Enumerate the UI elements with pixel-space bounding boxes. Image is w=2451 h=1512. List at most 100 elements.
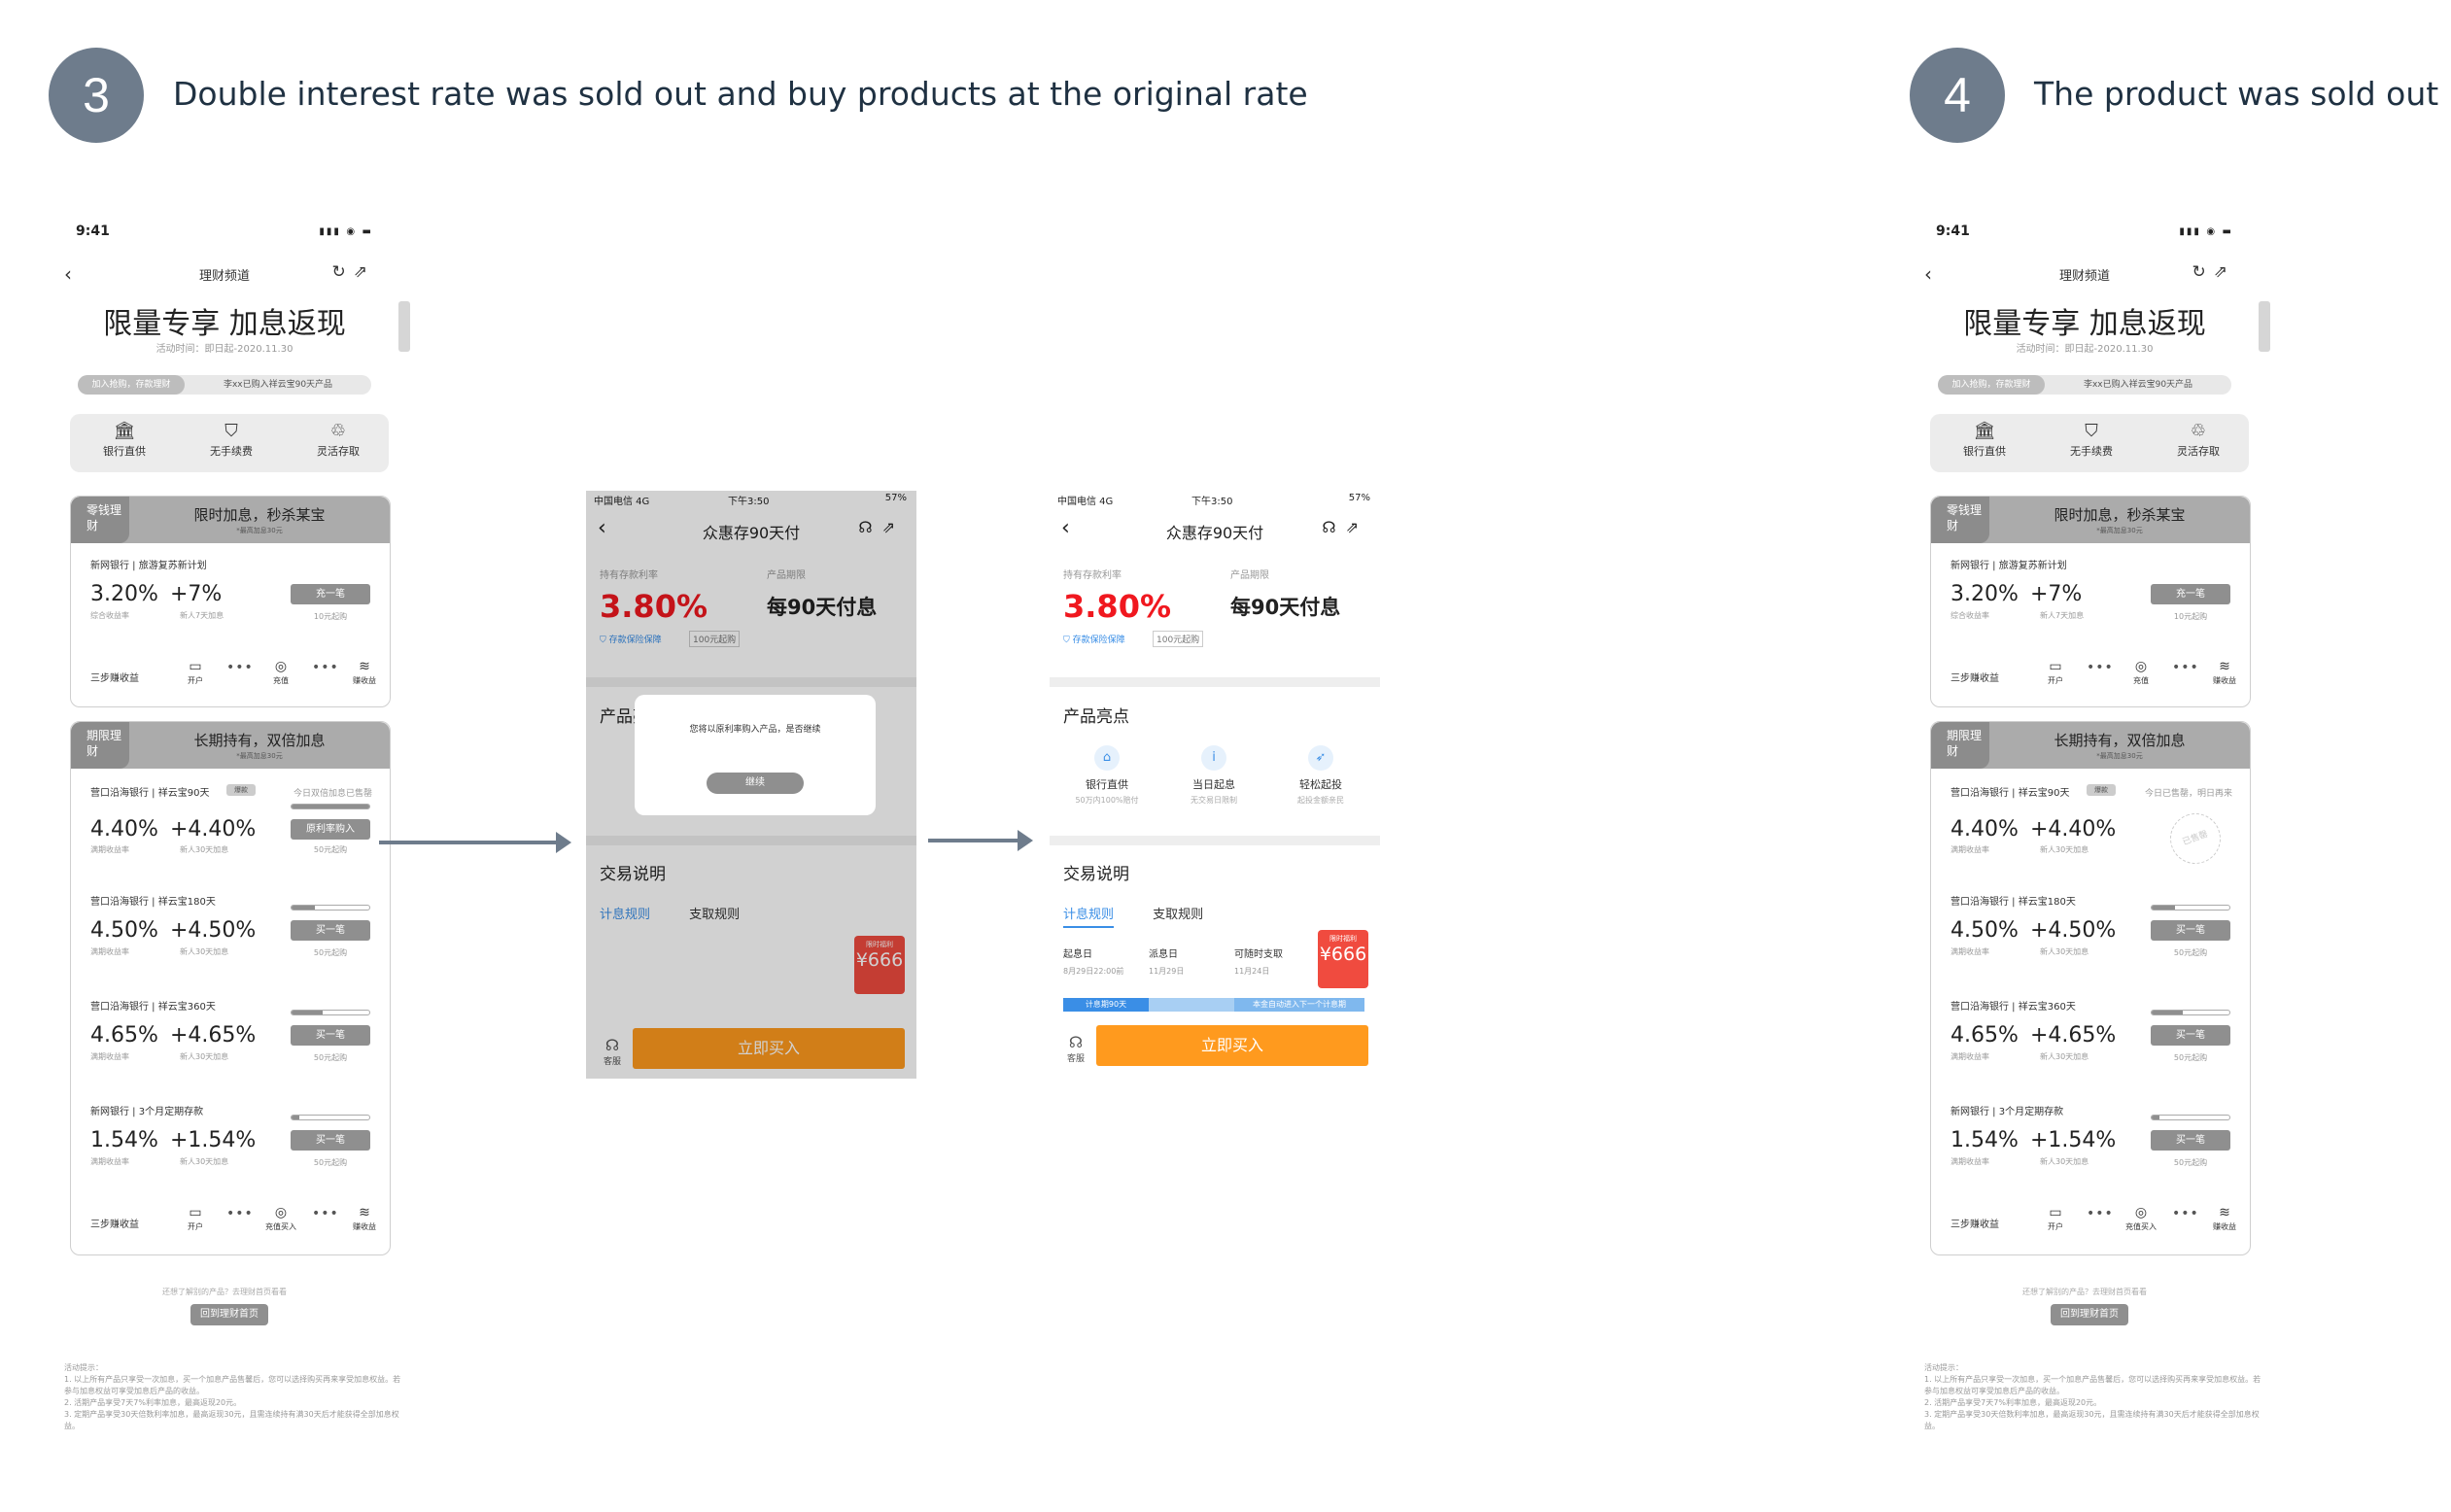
footer-question: 还想了解别的产品？去理财首页看看 — [162, 1288, 287, 1296]
buy-button[interactable]: 充一笔 — [291, 584, 370, 604]
dots-icon: ••• — [2087, 1206, 2114, 1221]
product-rate: 4.40% — [1950, 817, 2019, 842]
buy-button[interactable]: 买一笔 — [291, 920, 370, 941]
card-term: 期限理财 长期持有，双倍加息 *最高加息30元 营口沿海银行 | 祥云宝90天 … — [70, 721, 391, 1255]
product-row[interactable]: 新网银行 | 3个月定期存款 1.54% +1.54% 满期收益率 新人30天加… — [1931, 1103, 2250, 1200]
step-earn[interactable]: ≋ 赚收益 — [345, 1204, 384, 1232]
rate-value: 3.80% — [1063, 588, 1172, 625]
highlight-item: ⌂ 银行直供 50万内100%赔付 — [1063, 745, 1151, 806]
share-icon[interactable]: ⇗ — [1346, 518, 1368, 536]
refresh-icon[interactable]: ↻ — [332, 262, 354, 282]
product-row[interactable]: 营口沿海银行 | 祥云宝180天 4.50% +4.50% 满期收益率 新人30… — [71, 893, 390, 990]
product-bonus: +7% — [2030, 582, 2083, 606]
product-bonus: +7% — [170, 582, 223, 606]
refresh-icon[interactable]: ↻ — [2192, 262, 2214, 282]
feature-bank: 🏛 银行直供 — [1946, 420, 2023, 459]
step-number-badge: 4 — [1910, 48, 2005, 143]
product-row[interactable]: 营口沿海银行 | 祥云宝360天 4.65% +4.65% 满期收益率 新人30… — [71, 998, 390, 1095]
steps-label: 三步赚收益 — [90, 673, 139, 684]
card-title: 限时加息，秒杀某宝 — [193, 506, 326, 524]
step-open-account[interactable]: ▭ 开户 — [2036, 658, 2075, 686]
timeline-label: 派息日 — [1149, 949, 1178, 960]
product-row[interactable]: 新网银行 | 旅游复苏新计划 3.20% +7% 综合收益率 新人7天加息 充一… — [1931, 557, 2250, 654]
buy-button[interactable]: 充一笔 — [2151, 584, 2230, 604]
steps-label: 三步赚收益 — [1950, 1220, 1999, 1230]
coins-icon: ≋ — [359, 1205, 370, 1220]
step-recharge-buy[interactable]: ◎ 充值买入 — [2122, 1204, 2160, 1232]
buy-button[interactable]: 买一笔 — [291, 1025, 370, 1046]
card-icon: ▭ — [189, 1205, 202, 1220]
min-amount: 50元起购 — [313, 1158, 348, 1167]
buy-now-button[interactable]: 立即买入 — [1096, 1025, 1368, 1066]
product-name: 营口沿海银行 | 祥云宝180天 — [1950, 897, 2076, 908]
cycle-icon: ♲ — [2190, 421, 2207, 441]
rate-label: 满期收益率 — [90, 1157, 129, 1166]
flow-arrow — [928, 830, 1033, 851]
step-recharge-buy[interactable]: ◎ 充值买入 — [261, 1204, 300, 1232]
customer-service[interactable]: ☊ 客服 — [1063, 1033, 1088, 1064]
continue-button[interactable]: 继续 — [707, 773, 804, 794]
flow-arrow — [379, 832, 571, 853]
bonus-label: 新人30天加息 — [180, 947, 229, 956]
promo-badge[interactable]: 限时福利 ¥666 — [1318, 930, 1368, 988]
step-label: 充值买入 — [265, 1222, 296, 1231]
card-header: 期限理财 长期持有，双倍加息 *最高加息30元 — [1931, 722, 2250, 769]
detail-screen-modal: 中国电信 4G 下午3:50 57% ‹ 众惠存90天付 ☊⇗ 持有存款利率 3… — [586, 491, 916, 1079]
product-row[interactable]: 营口沿海银行 | 祥云宝180天 4.50% +4.50% 满期收益率 新人30… — [1931, 893, 2250, 990]
buy-button[interactable]: 买一笔 — [2151, 1130, 2230, 1151]
rate-label: 满期收益率 — [1950, 1052, 1989, 1061]
step-earn[interactable]: ≋ 赚收益 — [2205, 1204, 2244, 1232]
share-icon[interactable]: ⇗ — [354, 262, 375, 282]
product-name: 新网银行 | 旅游复苏新计划 — [1950, 561, 2067, 571]
buy-button[interactable]: 买一笔 — [291, 1130, 370, 1151]
step-open-account[interactable]: ▭ 开户 — [2036, 1204, 2075, 1232]
highlight-title: 轻松起投 — [1299, 778, 1342, 791]
tab-withdraw-rules[interactable]: 支取规则 — [1153, 908, 1203, 922]
sold-out-note: 今日已售罄，明日再来 — [2144, 789, 2232, 799]
product-row[interactable]: 营口沿海银行 | 祥云宝360天 4.65% +4.65% 满期收益率 新人30… — [1931, 998, 2250, 1095]
step-open-account[interactable]: ▭ 开户 — [176, 1204, 215, 1232]
buy-button[interactable]: 买一笔 — [2151, 1025, 2230, 1046]
bank-icon: ⌂ — [1094, 745, 1120, 771]
share-icon[interactable]: ⇗ — [2214, 262, 2235, 282]
buy-button[interactable]: 买一笔 — [2151, 920, 2230, 941]
service-icon[interactable]: ☊ — [1322, 518, 1345, 536]
step-earn[interactable]: ≋ 赚收益 — [345, 658, 384, 686]
buy-original-rate-button[interactable]: 原利率购入 — [291, 819, 370, 840]
progress-fill — [292, 1011, 323, 1014]
floating-side-tab[interactable] — [398, 301, 410, 352]
buy-bar: ☊ 客服 立即买入 — [1050, 1025, 1380, 1068]
floating-side-tab[interactable] — [2259, 301, 2270, 352]
rate-label: 满期收益率 — [90, 845, 129, 854]
progress-bar — [2151, 905, 2230, 911]
nav-actions: ↻⇗ — [2192, 262, 2236, 282]
bonus-label: 新人30天加息 — [2040, 845, 2089, 854]
step-recharge[interactable]: ◎ 充值 — [261, 658, 300, 686]
product-row[interactable]: 营口沿海银行 | 祥云宝90天 爆款 今日双倍加息已售罄 4.40% +4.40… — [71, 784, 390, 881]
tab-interest-rules[interactable]: 计息规则 — [1063, 908, 1115, 928]
step-earn[interactable]: ≋ 赚收益 — [2205, 658, 2244, 686]
highlight-sub: 无交易日限制 — [1191, 796, 1237, 805]
product-bonus: +1.54% — [2030, 1128, 2117, 1152]
card-icon: ▭ — [2049, 1205, 2062, 1220]
recharge-icon: ◎ — [274, 659, 288, 674]
step-open-account[interactable]: ▭ 开户 — [176, 658, 215, 686]
back-to-home-button[interactable]: 回到理财首页 — [190, 1304, 268, 1325]
feature-bank: 🏛 银行直供 — [86, 420, 163, 459]
product-row: 营口沿海银行 | 祥云宝90天 爆款 今日已售罄，明日再来 4.40% +4.4… — [1931, 784, 2250, 881]
cycle-icon: ♲ — [329, 421, 347, 441]
product-row[interactable]: 新网银行 | 3个月定期存款 1.54% +1.54% 满期收益率 新人30天加… — [71, 1103, 390, 1200]
dialog-message: 您将以原利率购入产品，是否继续 — [689, 725, 821, 735]
promo-label: 限时福利 — [1329, 935, 1357, 943]
card-subtitle: *最高加息30元 — [2096, 752, 2143, 760]
timeline-date: 8月29日22:00前 — [1063, 967, 1124, 976]
card-icon: ▭ — [2049, 659, 2062, 674]
product-row[interactable]: 新网银行 | 旅游复苏新计划 3.20% +7% 综合收益率 新人7天加息 充一… — [71, 557, 390, 654]
recharge-icon: ◎ — [2134, 1205, 2148, 1220]
back-to-home-button[interactable]: 回到理财首页 — [2051, 1304, 2128, 1325]
dots-icon: ••• — [2172, 1206, 2199, 1221]
card-header: 零钱理财 限时加息，秒杀某宝 *最高加息30元 — [71, 497, 390, 543]
battery-level: 57% — [1348, 493, 1370, 503]
product-bonus: +4.40% — [2030, 817, 2117, 842]
step-recharge[interactable]: ◎ 充值 — [2122, 658, 2160, 686]
